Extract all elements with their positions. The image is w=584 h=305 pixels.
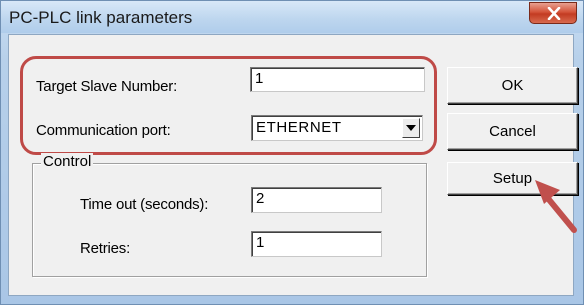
title-bar[interactable]: PC-PLC link parameters: [1, 1, 583, 33]
close-button[interactable]: [529, 2, 577, 24]
control-group-label: Control: [41, 153, 94, 170]
target-slave-label: Target Slave Number:: [36, 78, 178, 95]
timeout-label: Time out (seconds):: [80, 196, 209, 213]
comm-port-select[interactable]: ETHERNET: [251, 115, 423, 141]
close-icon: [547, 7, 561, 20]
cancel-button[interactable]: Cancel: [447, 113, 578, 150]
comm-port-dropdown-button[interactable]: [402, 118, 420, 138]
timeout-input[interactable]: 2: [251, 187, 382, 213]
pointer-arrow-icon: [535, 180, 577, 233]
window-title: PC-PLC link parameters: [9, 8, 193, 27]
control-groupbox: [32, 163, 427, 277]
target-slave-input[interactable]: 1: [250, 67, 425, 92]
comm-port-value: ETHERNET: [256, 119, 342, 136]
ok-button[interactable]: OK: [447, 67, 578, 104]
comm-port-label: Communication port:: [36, 122, 171, 139]
retries-label: Retries:: [80, 240, 131, 257]
retries-input[interactable]: 1: [251, 231, 382, 257]
dropdown-arrow-icon: [406, 125, 416, 131]
